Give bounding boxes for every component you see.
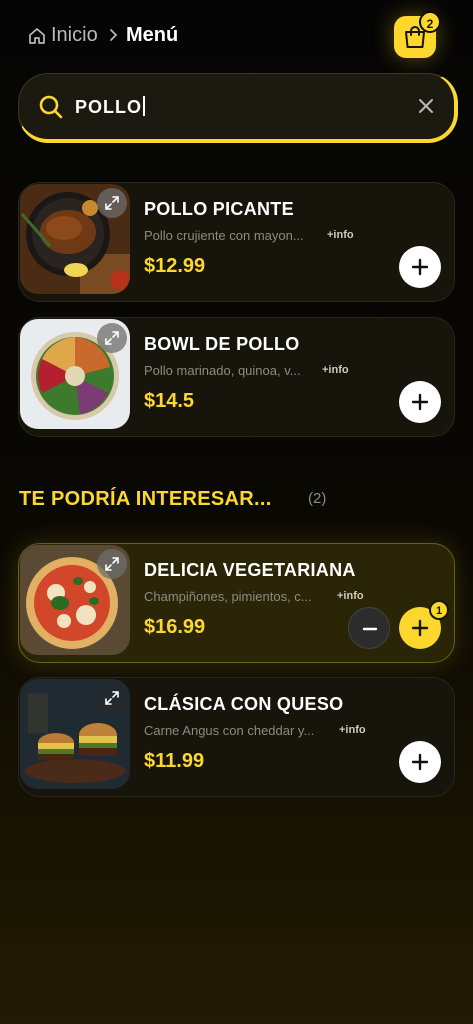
menu-item-card[interactable]: CLÁSICA CON QUESO Carne Angus con chedda…	[18, 677, 455, 797]
expand-image-button[interactable]	[97, 683, 127, 713]
item-name: POLLO PICANTE	[144, 199, 294, 219]
item-description: Champiñones, pimientos, c...	[144, 589, 312, 604]
section-title: TE PODRÍA INTERESAR...	[19, 488, 272, 510]
expand-image-button[interactable]	[97, 188, 127, 218]
expand-image-button[interactable]	[97, 549, 127, 579]
product-image[interactable]	[20, 545, 130, 655]
more-info-link[interactable]: +info	[322, 364, 349, 376]
more-info-link[interactable]: +info	[337, 590, 364, 602]
product-image[interactable]	[20, 184, 130, 294]
menu-item-card[interactable]: POLLO PICANTE Pollo crujiente con mayon.…	[18, 182, 455, 302]
menu-item-card[interactable]: DELICIA VEGETARIANA Champiñones, pimient…	[18, 543, 455, 663]
product-image[interactable]	[20, 679, 130, 789]
cart-count-badge: 2	[419, 11, 441, 33]
minus-icon	[362, 627, 378, 631]
add-to-cart-button[interactable]	[399, 741, 441, 783]
add-to-cart-button[interactable]	[399, 246, 441, 288]
menu-item-card[interactable]: BOWL DE POLLO Pollo marinado, quinoa, v.…	[18, 317, 455, 437]
more-info-link[interactable]: +info	[339, 724, 366, 736]
item-name: DELICIA VEGETARIANA	[144, 560, 356, 580]
quantity-badge: 1	[429, 600, 449, 620]
item-price: $14.5	[144, 390, 195, 412]
plus-icon	[411, 393, 429, 411]
item-description: Pollo crujiente con mayon...	[144, 228, 304, 243]
section-count: (2)	[308, 490, 327, 507]
expand-icon	[105, 691, 119, 705]
more-info-link[interactable]: +info	[327, 229, 354, 241]
add-to-cart-button[interactable]	[399, 381, 441, 423]
plus-icon	[411, 753, 429, 771]
item-description: Carne Angus con cheddar y...	[144, 723, 315, 738]
search-input[interactable]: POLLO	[75, 96, 145, 118]
item-description: Pollo marinado, quinoa, v...	[144, 363, 301, 378]
home-icon[interactable]	[27, 26, 47, 46]
product-image[interactable]	[20, 319, 130, 429]
item-name: CLÁSICA CON QUESO	[144, 694, 344, 714]
item-name: BOWL DE POLLO	[144, 334, 300, 354]
item-price: $11.99	[144, 750, 205, 772]
search-icon	[39, 95, 63, 119]
search-bar[interactable]: POLLO	[18, 73, 458, 143]
item-price: $12.99	[144, 255, 206, 277]
item-price: $16.99	[144, 616, 206, 638]
breadcrumb-home-link[interactable]: Inicio	[51, 24, 98, 47]
expand-icon	[105, 557, 119, 571]
expand-icon	[105, 196, 119, 210]
chevron-right-icon	[110, 29, 118, 41]
plus-icon	[411, 258, 429, 276]
header: Inicio Menú 2	[0, 0, 473, 72]
plus-icon	[411, 619, 429, 637]
expand-icon	[105, 331, 119, 345]
decrease-quantity-button[interactable]	[348, 607, 390, 649]
breadcrumb-current: Menú	[126, 24, 179, 46]
expand-image-button[interactable]	[97, 323, 127, 353]
close-icon[interactable]	[416, 96, 436, 116]
